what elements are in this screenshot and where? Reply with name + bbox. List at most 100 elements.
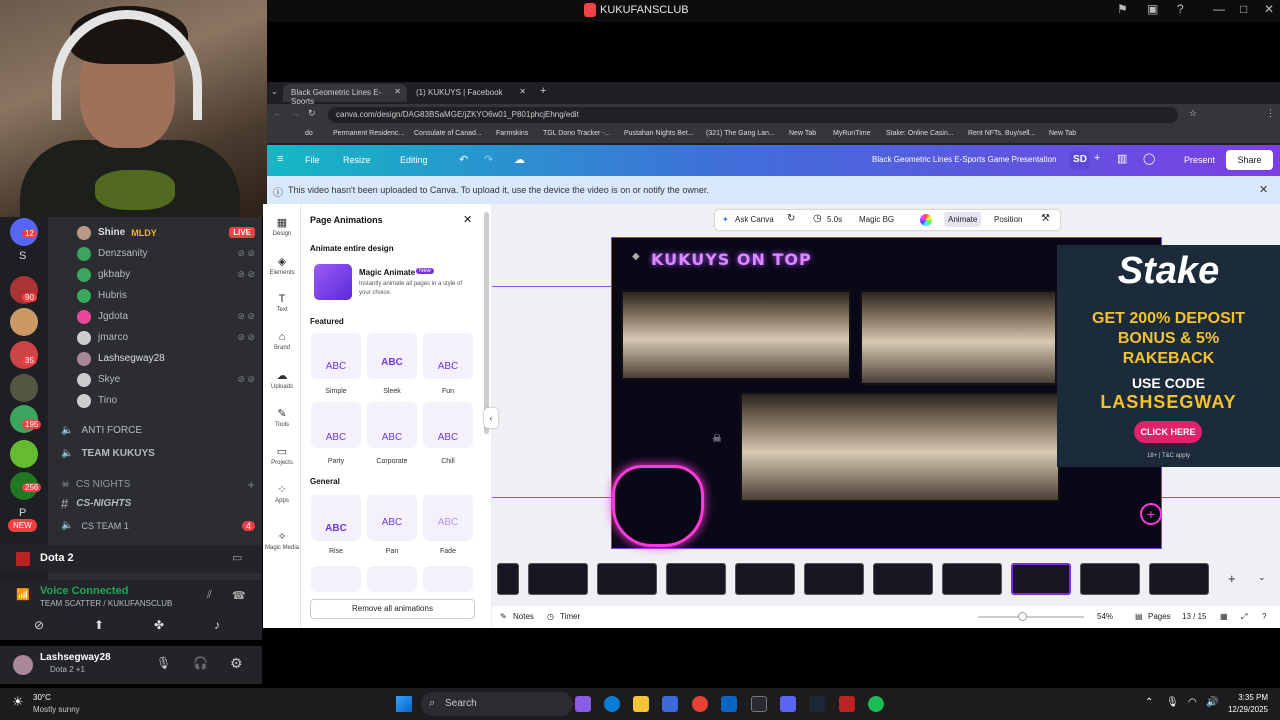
discord-icon[interactable] bbox=[780, 696, 796, 712]
tab-list-icon[interactable]: ⌄ bbox=[271, 87, 278, 96]
zoom-slider[interactable] bbox=[978, 616, 1084, 618]
sidebar-item-tools[interactable]: ✎ Tools bbox=[263, 407, 301, 428]
bookmark-item[interactable]: Consulate of Canad... bbox=[414, 130, 482, 137]
server-letter[interactable]: P bbox=[19, 507, 26, 519]
team-photo[interactable] bbox=[860, 290, 1057, 385]
page-thumbnail[interactable] bbox=[666, 563, 726, 595]
disconnect-icon[interactable]: ☎ bbox=[232, 589, 246, 602]
sidebar-item-elements[interactable]: ◈ Elements bbox=[263, 255, 301, 276]
panel-scrollbar[interactable] bbox=[484, 212, 489, 434]
bookmark-item[interactable]: MyRunTime bbox=[833, 130, 870, 137]
voice-channel[interactable]: 🔈 ANTI FORCE bbox=[55, 420, 255, 441]
page-thumbnail-selected[interactable] bbox=[1011, 563, 1071, 595]
voice-channel[interactable]: 🔈 CS TEAM 1 4 bbox=[55, 515, 255, 536]
tab-close-icon[interactable]: ✕ bbox=[394, 87, 401, 96]
microphone-icon[interactable]: 🎙 bbox=[1166, 697, 1179, 708]
member-row[interactable]: Shine MLDY LIVE bbox=[55, 222, 255, 243]
share-button[interactable]: Share bbox=[1226, 150, 1273, 170]
anim-tile-simple[interactable]: ABC bbox=[311, 333, 361, 379]
taskbar-search[interactable]: ⌕ Search bbox=[421, 692, 573, 716]
member-row[interactable]: jmarco ⊘ ⊘ bbox=[55, 327, 255, 348]
file-explorer-icon[interactable] bbox=[633, 696, 649, 712]
resize-button[interactable]: Resize bbox=[343, 155, 371, 165]
soundboard-icon[interactable]: ♪ bbox=[214, 618, 220, 632]
anim-tile-fade[interactable]: ABC bbox=[423, 495, 473, 541]
text-channel[interactable]: # CS-NIGHTS bbox=[55, 493, 255, 514]
color-picker-icon[interactable] bbox=[920, 214, 932, 226]
activities-icon[interactable]: ✤ bbox=[154, 618, 164, 632]
bookmark-item[interactable]: New Tab bbox=[1049, 130, 1076, 137]
add-channel-icon[interactable]: + bbox=[247, 477, 255, 492]
noise-suppression-icon[interactable]: ⫽ bbox=[207, 589, 212, 602]
help-icon[interactable]: ? bbox=[1262, 612, 1266, 621]
server-icon[interactable] bbox=[10, 440, 38, 468]
sidebar-item-design[interactable]: ▦ Design bbox=[263, 216, 301, 237]
member-row[interactable]: Jgdota ⊘ ⊘ bbox=[55, 306, 255, 327]
page-thumbnail[interactable] bbox=[497, 563, 519, 595]
add-page-icon[interactable]: + bbox=[1228, 571, 1236, 586]
animate-button[interactable]: Animate bbox=[944, 212, 982, 227]
close-notice-icon[interactable]: ✕ bbox=[1259, 183, 1268, 196]
anim-tile[interactable] bbox=[367, 566, 417, 592]
sidebar-item-text[interactable]: T Text bbox=[263, 293, 301, 313]
url-input[interactable]: canva.com/design/DAG83BSaMGE/jZKYO6w01_P… bbox=[328, 107, 1178, 123]
chrome-icon[interactable] bbox=[692, 696, 708, 712]
tray-chevron-icon[interactable]: ⌃ bbox=[1145, 697, 1153, 708]
avatar[interactable] bbox=[13, 655, 33, 675]
position-button[interactable]: Position bbox=[994, 215, 1022, 224]
page-thumbnail[interactable] bbox=[1080, 563, 1140, 595]
back-icon[interactable]: ← bbox=[273, 108, 282, 118]
server-icon[interactable] bbox=[10, 308, 38, 336]
insights-icon[interactable]: ▥ bbox=[1117, 152, 1127, 165]
close-icon[interactable]: ✕ bbox=[1264, 2, 1274, 16]
member-row[interactable]: Hubris bbox=[55, 285, 255, 306]
comment-icon[interactable]: ◯ bbox=[1143, 152, 1155, 165]
add-element-icon[interactable]: + bbox=[1140, 503, 1162, 525]
paint-roller-icon[interactable]: ⚒ bbox=[1041, 213, 1050, 224]
bookmark-item[interactable]: New Tab bbox=[789, 130, 816, 137]
sidebar-item-magic-media[interactable]: ✧ Magic Media bbox=[263, 530, 301, 551]
mail-icon[interactable] bbox=[721, 696, 737, 712]
bookmark-item[interactable]: Farmskins bbox=[496, 130, 528, 137]
cloud-save-icon[interactable]: ☁ bbox=[514, 153, 525, 166]
hamburger-menu-icon[interactable]: ≡ bbox=[277, 153, 283, 165]
anim-tile-sleek[interactable]: ABC bbox=[367, 333, 417, 379]
bookmark-item[interactable]: Rent NFTs. Buy/sell... bbox=[968, 130, 1035, 137]
zoom-slider-thumb[interactable] bbox=[1018, 612, 1027, 621]
dota-icon[interactable] bbox=[839, 696, 855, 712]
clock-time[interactable]: 3:35 PM bbox=[1223, 693, 1268, 702]
bookmark-item[interactable]: do bbox=[305, 130, 313, 137]
page-thumbnail[interactable] bbox=[597, 563, 657, 595]
magic-bg-button[interactable]: Magic BG bbox=[859, 215, 894, 224]
anim-tile[interactable] bbox=[311, 566, 361, 592]
grid-view-icon[interactable]: ▦ bbox=[1220, 612, 1228, 621]
store-icon[interactable] bbox=[662, 696, 678, 712]
bookmark-item[interactable]: Pustahan Nights Bet... bbox=[624, 130, 694, 137]
member-row[interactable]: Skye ⊘ ⊘ bbox=[55, 369, 255, 390]
avatar[interactable]: SD bbox=[1070, 151, 1090, 169]
remove-all-animations-button[interactable]: Remove all animations bbox=[310, 599, 475, 619]
zoom-level[interactable]: 54% bbox=[1097, 612, 1113, 621]
refresh-icon[interactable]: ↻ bbox=[787, 213, 795, 224]
anim-tile-fun[interactable]: ABC bbox=[423, 333, 473, 379]
bookmark-item[interactable]: Stake: Online Casin... bbox=[886, 130, 954, 137]
voice-channel[interactable]: 🔈 TEAM KUKUYS bbox=[55, 443, 255, 464]
sidebar-item-apps[interactable]: ⁘ Apps bbox=[263, 483, 301, 504]
page-thumbnail[interactable] bbox=[1149, 563, 1209, 595]
server-letter[interactable]: S bbox=[19, 250, 26, 262]
member-row[interactable]: gkbaby ⊘ ⊘ bbox=[55, 264, 255, 285]
new-tab-icon[interactable]: + bbox=[540, 85, 546, 97]
bookmark-item[interactable]: (321) The Gang Lan... bbox=[706, 130, 775, 137]
edge-icon[interactable] bbox=[604, 696, 620, 712]
wifi-icon[interactable]: ◠ bbox=[1188, 697, 1197, 708]
fullscreen-icon[interactable]: ⤢ bbox=[1241, 612, 1247, 622]
member-row[interactable]: Lashsegway28 bbox=[55, 348, 255, 369]
tab-close-icon[interactable]: ✕ bbox=[519, 87, 526, 96]
file-menu[interactable]: File bbox=[305, 155, 320, 165]
page-thumbnail[interactable] bbox=[804, 563, 864, 595]
reload-icon[interactable]: ↻ bbox=[308, 108, 316, 119]
sidebar-item-brand[interactable]: ⌂ Brand bbox=[263, 331, 301, 351]
editing-mode-dropdown[interactable]: Editing bbox=[400, 155, 428, 165]
expand-filmstrip-icon[interactable]: ⌄ bbox=[1258, 572, 1266, 583]
page-thumbnail[interactable] bbox=[942, 563, 1002, 595]
